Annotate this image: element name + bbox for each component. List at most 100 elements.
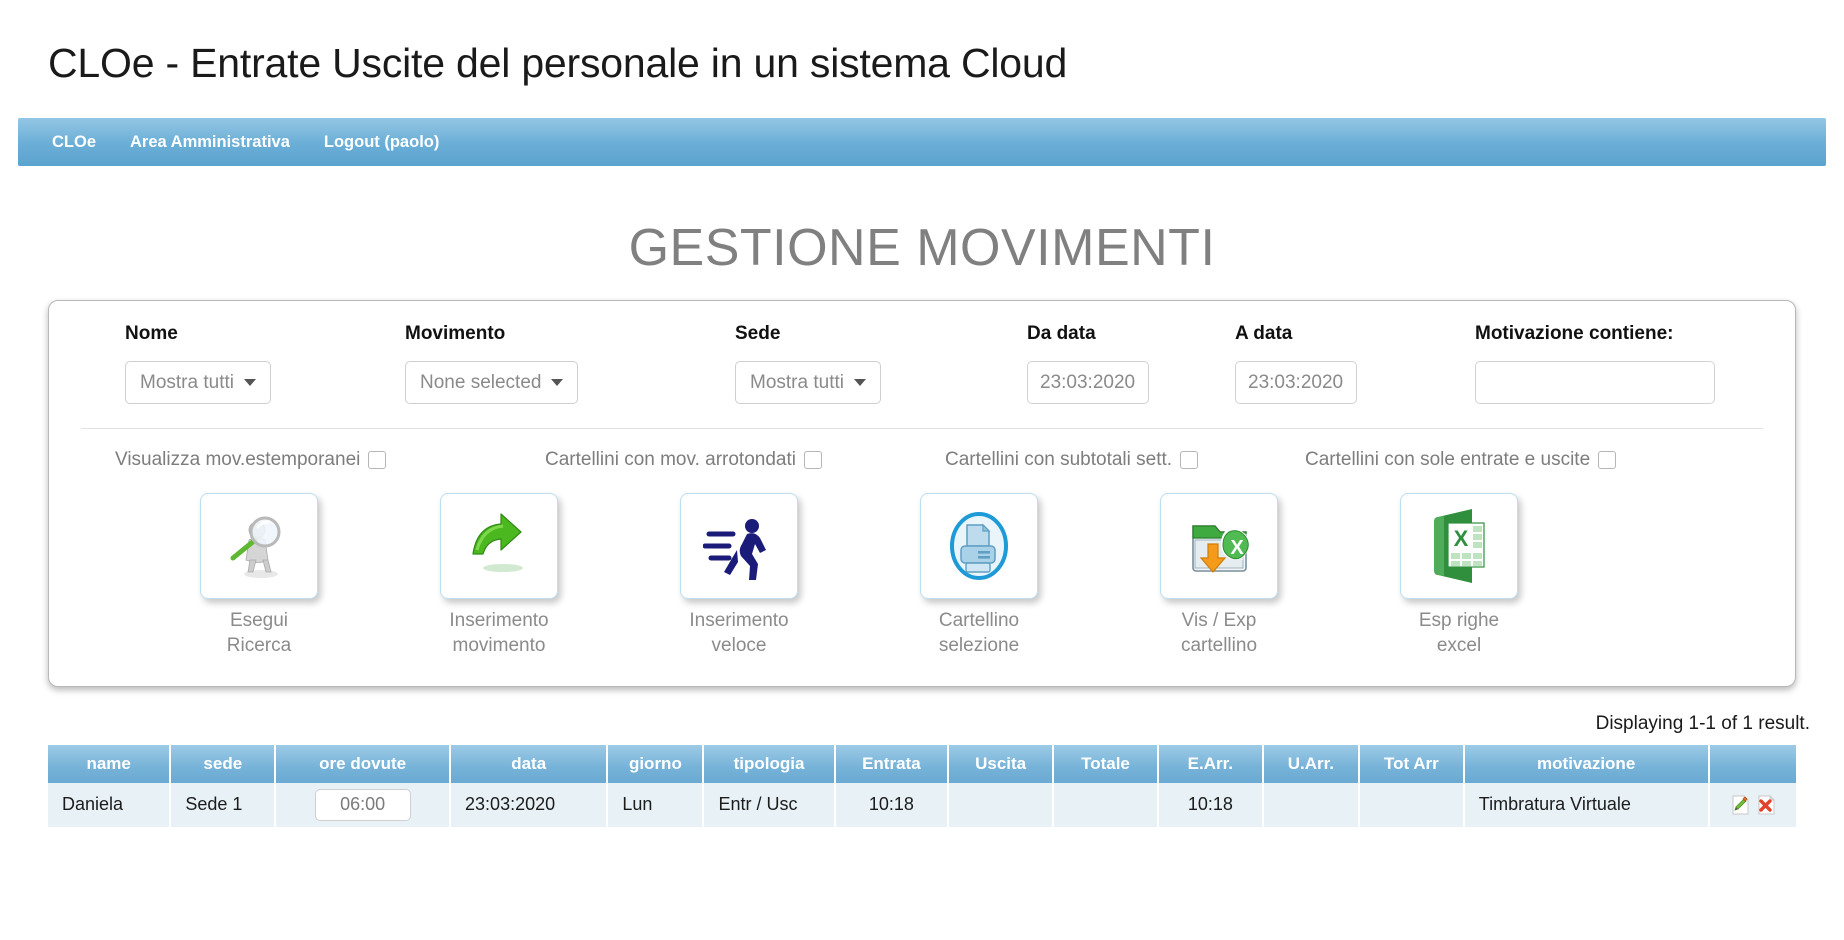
action-caption: Inserimento movimento — [449, 609, 548, 658]
checkbox-label: Visualizza mov.estemporanei — [115, 449, 361, 471]
dropdown-sede[interactable]: Mostra tutti — [735, 361, 881, 405]
cell-entrata: 10:18 — [834, 782, 950, 827]
column-header-uscita[interactable]: Uscita — [948, 744, 1055, 783]
delete-icon[interactable] — [1755, 794, 1777, 816]
a-data-input[interactable] — [1235, 361, 1357, 405]
section-heading: GESTIONE MOVIMENTI — [628, 219, 1216, 278]
filter-field-da-data: Da data — [1027, 323, 1235, 405]
column-header-giorno[interactable]: giorno — [607, 744, 705, 783]
row-action-group — [1724, 794, 1782, 816]
action-caption-line2: selezione — [938, 634, 1020, 656]
cell-e-arr: 10:18 — [1157, 782, 1264, 827]
filter-panel: Nome Mostra tutti Movimento None selecte… — [48, 300, 1796, 687]
export-folder-excel-icon: X — [1192, 525, 1250, 574]
checkbox-box[interactable] — [803, 451, 822, 470]
cell-name: Daniela — [48, 782, 172, 827]
nav-item-area-amministrativa[interactable]: Area Amministrativa — [130, 133, 290, 152]
column-header-e-arr[interactable]: E.Arr. — [1157, 744, 1264, 783]
label-da-data: Da data — [1027, 323, 1096, 345]
action-inserimento-veloce[interactable]: Inserimento veloce — [619, 493, 859, 658]
ore-dovute-input[interactable] — [314, 788, 411, 821]
cell-uscita — [948, 782, 1055, 827]
column-header-sede[interactable]: sede — [170, 744, 277, 783]
column-header-u-arr[interactable]: U.Arr. — [1262, 744, 1360, 783]
action-tile[interactable] — [680, 493, 798, 600]
action-caption-line1: Vis / Exp — [1181, 610, 1257, 632]
column-header-entrata[interactable]: Entrata — [834, 744, 950, 783]
chevron-down-icon — [243, 379, 256, 387]
action-caption: Vis / Exp cartellino — [1181, 609, 1257, 658]
edit-icon[interactable] — [1729, 794, 1751, 816]
action-caption: Esp righe excel — [1419, 609, 1499, 658]
excel-icon: X — [1434, 509, 1485, 584]
action-inserimento-movimento[interactable]: Inserimento movimento — [379, 493, 619, 658]
green-arrow-icon — [472, 513, 523, 573]
action-cartellino-selezione[interactable]: Cartellino selezione — [859, 493, 1099, 658]
results-table: name sede ore dovute data giorno tipolog… — [48, 744, 1796, 827]
action-esp-righe-excel[interactable]: X Esp righe excel — [1339, 493, 1579, 658]
checkbox-box[interactable] — [368, 451, 387, 470]
action-icon-row: Esegui Ricerca Inserimento movimento Ins… — [67, 471, 1777, 664]
column-header-data[interactable]: data — [450, 744, 609, 783]
filter-row: Nome Mostra tutti Movimento None selecte… — [67, 323, 1777, 405]
action-tile[interactable] — [440, 493, 558, 600]
checkbox-cartellini-subtotali-sett[interactable]: Cartellini con subtotali sett. — [945, 449, 1305, 471]
column-header-name[interactable]: name — [48, 744, 172, 783]
action-tile[interactable]: X — [1160, 493, 1278, 600]
column-header-motivazione[interactable]: motivazione — [1463, 744, 1710, 783]
dropdown-sede-value: Mostra tutti — [750, 371, 844, 393]
results-count: Displaying 1-1 of 1 result. — [1595, 712, 1810, 734]
cell-actions — [1708, 782, 1796, 827]
filter-field-sede: Sede Mostra tutti — [735, 323, 1027, 405]
cell-data: 23:03:2020 — [450, 782, 609, 827]
action-tile[interactable]: X — [1400, 493, 1518, 600]
dropdown-nome[interactable]: Mostra tutti — [125, 361, 271, 405]
app-root: CLOe - Entrate Uscite del personale in u… — [0, 27, 1844, 940]
action-vis-exp-cartellino[interactable]: X Vis / Exp cartellino — [1099, 493, 1339, 658]
filter-field-movimento: Movimento None selected — [405, 323, 735, 405]
printer-icon — [950, 512, 1008, 581]
checkbox-label: Cartellini con mov. arrotondati — [545, 449, 796, 471]
action-caption-line2: excel — [1436, 634, 1482, 656]
main-navbar: CLOe Area Amministrativa Logout (paolo) — [18, 118, 1826, 167]
label-movimento: Movimento — [405, 323, 506, 345]
checkbox-cartellini-sole-entrate-uscite[interactable]: Cartellini con sole entrate e uscite — [1305, 449, 1665, 471]
action-caption-line2: veloce — [711, 634, 767, 656]
dropdown-movimento-value: None selected — [420, 371, 542, 393]
dropdown-nome-value: Mostra tutti — [140, 371, 234, 393]
label-sede: Sede — [735, 323, 781, 345]
checkbox-box[interactable] — [1180, 451, 1199, 470]
filter-field-a-data: A data — [1235, 323, 1475, 405]
action-caption: Esegui Ricerca — [227, 609, 291, 658]
column-header-tipologia[interactable]: tipologia — [703, 744, 836, 783]
action-tile[interactable] — [200, 493, 318, 600]
nav-item-cloe[interactable]: CLOe — [52, 133, 96, 152]
checkbox-cartellini-mov-arrotondati[interactable]: Cartellini con mov. arrotondati — [545, 449, 945, 471]
checkbox-label: Cartellini con subtotali sett. — [945, 449, 1173, 471]
cell-ore-dovute — [275, 782, 452, 827]
nav-item-logout[interactable]: Logout (paolo) — [324, 133, 439, 152]
page-title: CLOe - Entrate Uscite del personale in u… — [48, 40, 1068, 87]
label-nome: Nome — [125, 323, 178, 345]
table-row: Daniela Sede 1 23:03:2020 Lun Entr / Usc… — [48, 782, 1796, 827]
magnifier-person-icon — [230, 516, 281, 579]
column-header-ore-dovute[interactable]: ore dovute — [275, 744, 452, 783]
column-header-tot-arr[interactable]: Tot Arr — [1358, 744, 1465, 783]
da-data-input[interactable] — [1027, 361, 1149, 405]
chevron-down-icon — [853, 379, 866, 387]
action-caption-line2: cartellino — [1180, 634, 1258, 656]
column-header-totale[interactable]: Totale — [1053, 744, 1159, 783]
action-caption-line2: Ricerca — [226, 634, 292, 656]
action-tile[interactable] — [920, 493, 1038, 600]
checkbox-visualizza-mov-estemporanei[interactable]: Visualizza mov.estemporanei — [115, 449, 545, 471]
cell-giorno: Lun — [607, 782, 705, 827]
checkbox-box[interactable] — [1598, 451, 1617, 470]
cell-motivazione: Timbratura Virtuale — [1463, 782, 1710, 827]
cell-totale — [1053, 782, 1159, 827]
action-esegui-ricerca[interactable]: Esegui Ricerca — [139, 493, 379, 658]
checkbox-row: Visualizza mov.estemporanei Cartellini c… — [67, 429, 1777, 471]
motivazione-input[interactable] — [1475, 361, 1715, 405]
action-caption-line1: Inserimento — [689, 610, 789, 632]
cell-tipologia: Entr / Usc — [703, 782, 836, 827]
dropdown-movimento[interactable]: None selected — [405, 361, 579, 405]
